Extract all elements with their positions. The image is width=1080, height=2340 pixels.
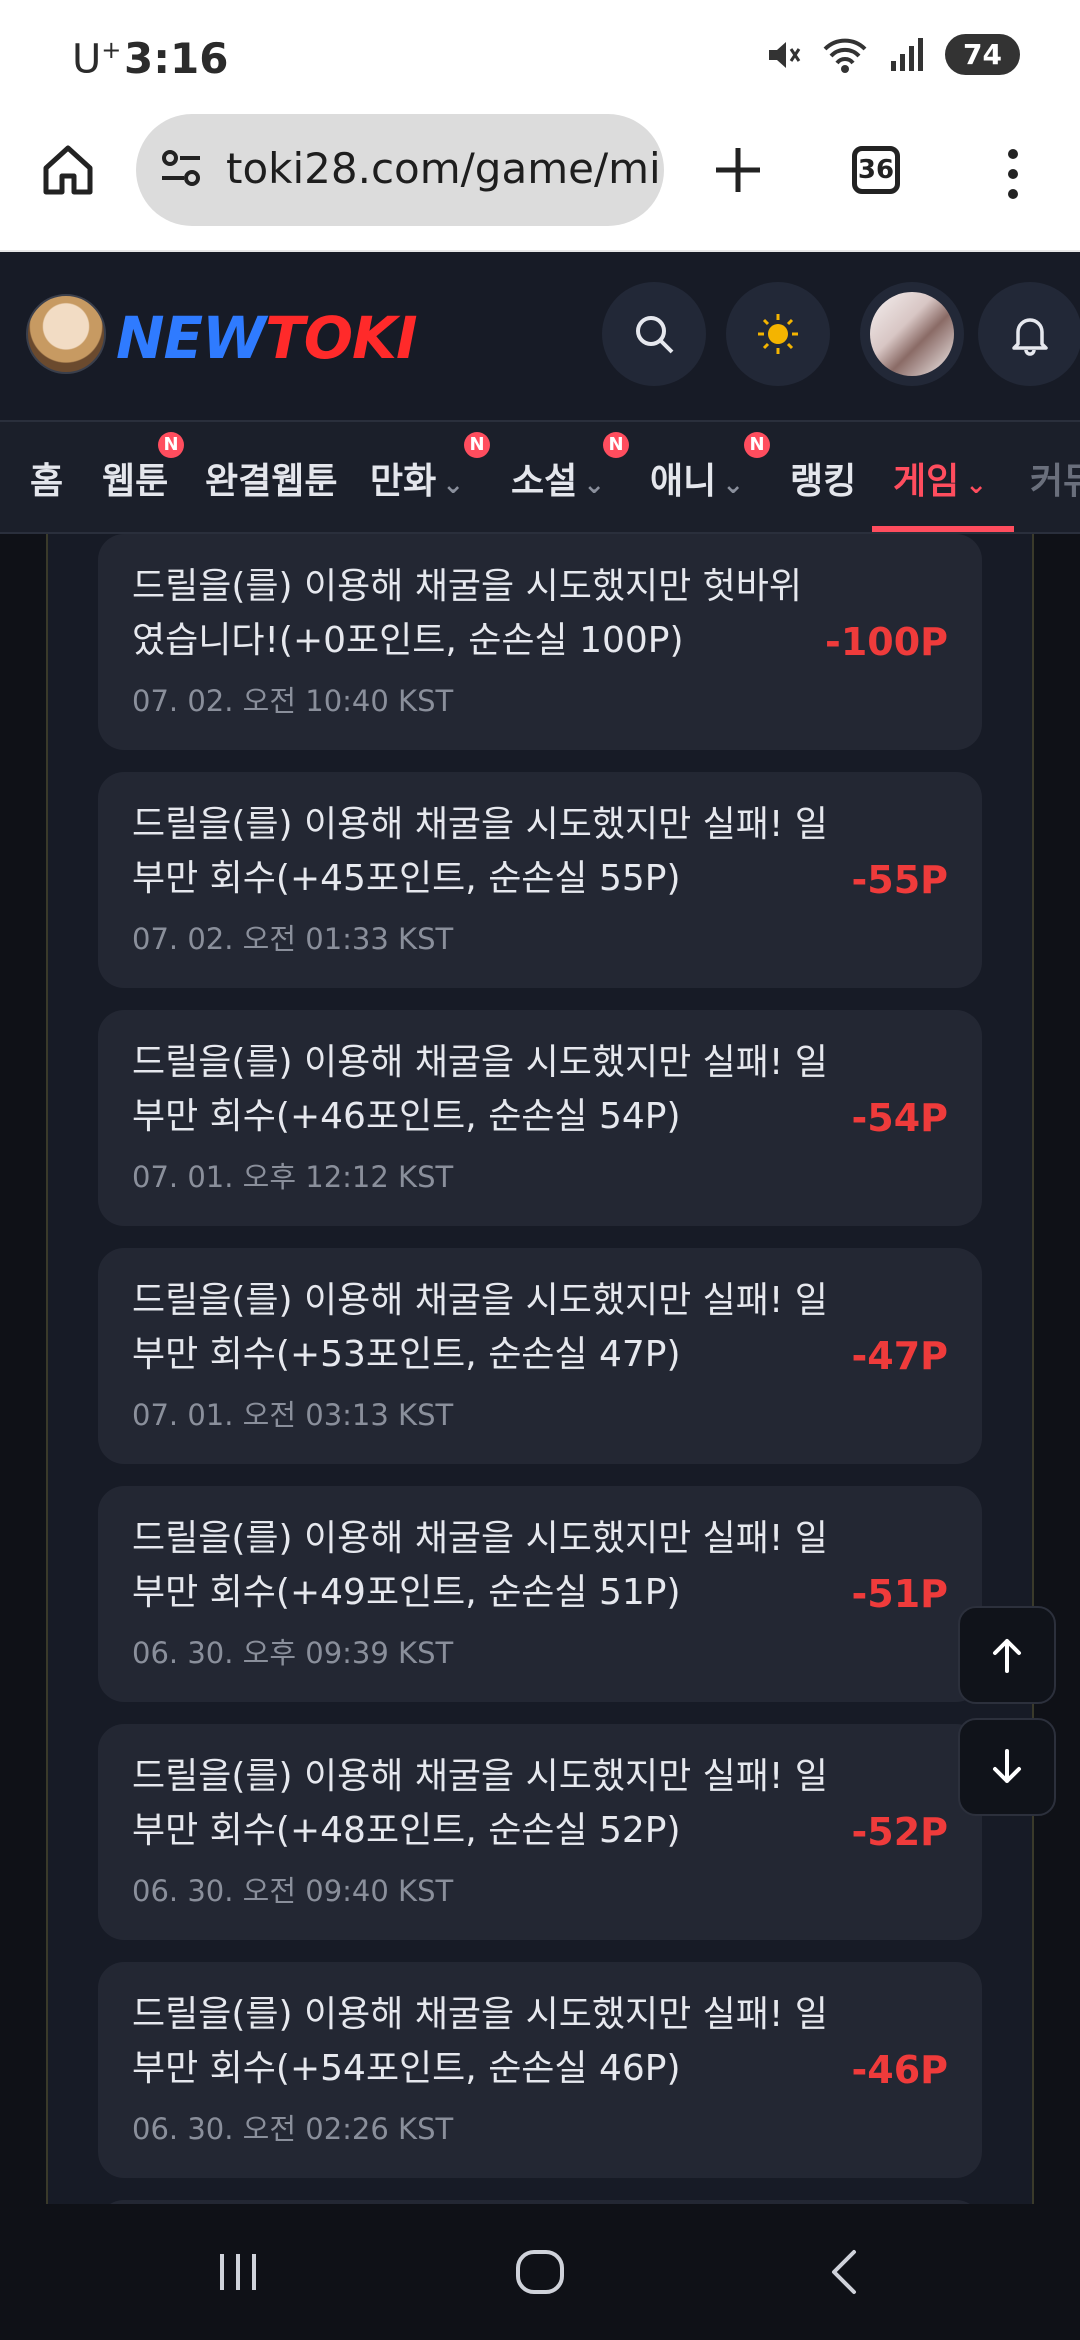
home-icon[interactable] — [38, 140, 98, 200]
recent-apps-icon[interactable] — [214, 2248, 262, 2296]
mute-icon — [769, 41, 801, 68]
history-item: 드릴을(를) 이용해 채굴을 시도했지만 실패! 일부만 회수(+49포인트, … — [98, 1486, 982, 1702]
system-navigation-bar — [0, 2204, 1080, 2340]
search-button[interactable] — [602, 282, 706, 386]
history-message: 드릴을(를) 이용해 채굴을 시도했지만 실패! 일부만 회수(+53포인트, … — [132, 1280, 828, 1375]
history-item: 드릴을(를) 이용해 채굴을 시도했지만 실패! 일부만 회수(+48포인트, … — [98, 1724, 982, 1940]
chevron-down-icon: ⌄ — [722, 470, 745, 500]
history-item: 드릴을(를) 이용해 채굴을 시도했지만 실패! 일부만 회수(+45포인트, … — [98, 772, 982, 988]
clock: 3:16 — [124, 34, 229, 83]
chevron-down-icon: ⌄ — [965, 470, 988, 500]
history-message: 드릴을(를) 이용해 채굴을 시도했지만 실패! 일부만 회수(+45포인트, … — [132, 804, 828, 899]
nav-novel[interactable]: 소설 ⌄ N — [511, 432, 629, 504]
history-points: -47P — [851, 1334, 948, 1378]
history-points: -100P — [825, 620, 948, 664]
history-item: 드릴을(를) 이용해 채굴을 시도했지만 실패! 일부만 회수(+54포인트, … — [98, 1962, 982, 2178]
history-timestamp: 06. 30. 오후 09:39 KST — [132, 1636, 454, 1670]
status-bar: U+ 3:16 74 — [0, 0, 1080, 100]
system-icons: 74 — [763, 34, 1020, 75]
history-message: 드릴을(를) 이용해 채굴을 시도했지만 실패! 일부만 회수(+49포인트, … — [132, 1518, 828, 1613]
nav-community[interactable]: 커뮤 — [1030, 452, 1080, 504]
history-message: 드릴을(를) 이용해 채굴을 시도했지만 실패! 일부만 회수(+46포인트, … — [132, 1042, 828, 1137]
new-badge: N — [158, 432, 184, 458]
bell-icon — [1012, 318, 1048, 356]
arrow-up-icon — [993, 1639, 1021, 1673]
history-message: 드릴을(를) 이용해 채굴을 시도했지만 실패! 일부만 회수(+54포인트, … — [132, 1994, 828, 2089]
nav-game[interactable]: 게임 ⌄ — [893, 452, 987, 504]
signal-icon — [891, 37, 924, 71]
battery-indicator: 74 — [945, 34, 1020, 75]
new-tab-icon[interactable] — [708, 140, 768, 200]
back-icon[interactable] — [822, 2248, 870, 2296]
browser-toolbar: toki28.com/game/mi 36 — [0, 100, 1080, 252]
history-timestamp: 07. 01. 오후 12:12 KST — [132, 1160, 454, 1194]
arrow-down-icon — [993, 1749, 1021, 1783]
chevron-down-icon: ⌄ — [442, 470, 465, 500]
history-timestamp: 07. 01. 오전 03:13 KST — [132, 1398, 454, 1432]
address-bar[interactable]: toki28.com/game/mi — [136, 114, 664, 226]
history-points: -51P — [851, 1572, 948, 1616]
nav-manga[interactable]: 만화 ⌄ N — [370, 432, 490, 504]
more-menu-icon[interactable] — [998, 144, 1028, 204]
nav-home[interactable]: 홈 — [30, 452, 63, 504]
nav-webtoon[interactable]: 웹툰 N — [102, 432, 184, 504]
history-message: 드릴을(를) 이용해 채굴을 시도했지만 헛바위였습니다!(+0포인트, 순손실… — [132, 566, 803, 661]
scroll-to-bottom-button[interactable] — [958, 1718, 1056, 1816]
home-nav-icon[interactable] — [514, 2248, 566, 2296]
user-avatar[interactable] — [860, 282, 964, 386]
site-header: NEWTOKI — [0, 252, 1080, 422]
history-timestamp: 07. 02. 오전 10:40 KST — [132, 684, 454, 718]
sun-icon — [758, 314, 798, 354]
history-points: -54P — [851, 1096, 948, 1140]
history-timestamp: 06. 30. 오전 09:40 KST — [132, 1874, 454, 1908]
scroll-to-top-button[interactable] — [958, 1606, 1056, 1704]
avatar-image — [870, 292, 954, 376]
active-tab-indicator — [872, 526, 1014, 532]
main-content: 드릴을(를) 이용해 채굴을 시도했지만 헛바위였습니다!(+0포인트, 순손실… — [0, 534, 1080, 2204]
history-item: 드릴을(를) 이용해 채굴을 시도했지만 실패! 일부만 회수(+46포인트, … — [98, 1010, 982, 1226]
search-icon — [636, 316, 674, 354]
chevron-down-icon: ⌄ — [583, 470, 606, 500]
wifi-icon — [823, 38, 867, 73]
history-timestamp: 07. 02. 오전 01:33 KST — [132, 922, 454, 956]
history-points: -52P — [851, 1810, 948, 1854]
theme-toggle-button[interactable] — [726, 282, 830, 386]
category-nav: 홈 웹툰N 완결웹툰 만화⌄N 소설⌄N 애니⌄N 랭킹 게임⌄ 커뮤 — [0, 422, 1080, 534]
history-item: 드릴을(를) 이용해 채굴을 시도했지만 헛바위였습니다!(+0포인트, 순손실… — [98, 534, 982, 750]
site-logo[interactable]: NEWTOKI — [116, 304, 418, 372]
history-points: -55P — [851, 858, 948, 902]
new-badge: N — [603, 432, 629, 458]
history-points: -46P — [851, 2048, 948, 2092]
notifications-button[interactable] — [978, 282, 1080, 386]
nav-anime[interactable]: 애니 ⌄ N — [650, 432, 770, 504]
new-badge: N — [464, 432, 490, 458]
url-text: toki28.com/game/mi — [226, 144, 661, 193]
history-item: 드릴을(를) 이용해 채굴을 시도했지만 실패! 일부만 회수(+53포인트, … — [98, 1248, 982, 1464]
nav-ranking[interactable]: 랭킹 — [790, 452, 856, 504]
carrier-label: U+ — [72, 36, 122, 83]
history-message: 드릴을(를) 이용해 채굴을 시도했지만 실패! 일부만 회수(+48포인트, … — [132, 1756, 828, 1851]
new-badge: N — [744, 432, 770, 458]
nav-completed-webtoon[interactable]: 완결웹툰 — [205, 452, 337, 504]
tab-switcher-button[interactable]: 36 — [852, 146, 900, 194]
history-timestamp: 06. 30. 오전 02:26 KST — [132, 2112, 454, 2146]
logo-mascot[interactable] — [26, 294, 106, 374]
site-settings-icon[interactable] — [158, 144, 206, 192]
